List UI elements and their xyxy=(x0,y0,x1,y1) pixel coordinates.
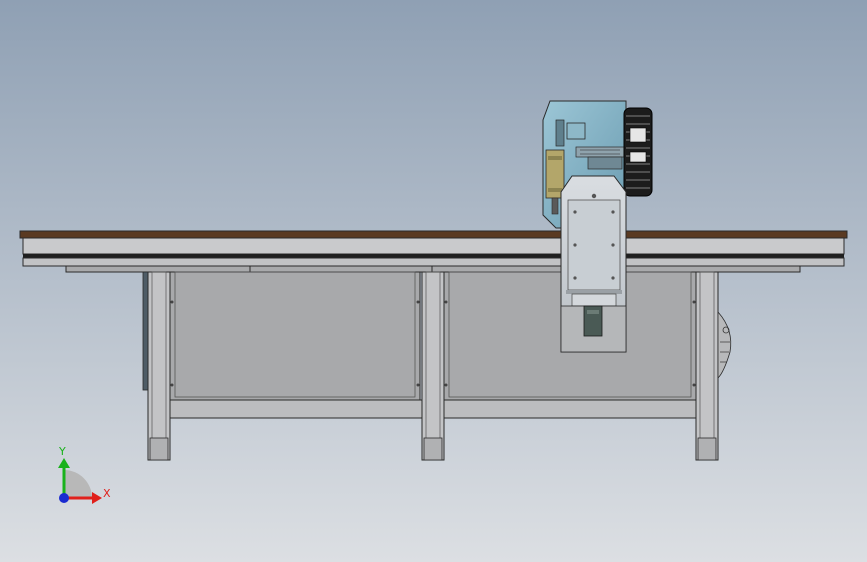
table-leg-middle[interactable] xyxy=(421,271,445,461)
table-top-surface[interactable] xyxy=(19,230,848,239)
axis-origin-icon xyxy=(59,493,69,503)
table-sub-rail xyxy=(65,265,801,273)
axis-x-label: X xyxy=(103,487,111,500)
cad-scene[interactable]: Y X xyxy=(0,0,867,562)
tool-motor[interactable] xyxy=(583,305,603,337)
cad-viewport[interactable]: Y X xyxy=(0,0,867,562)
table-lower-band xyxy=(22,257,845,267)
table-leg-right[interactable] xyxy=(695,271,719,461)
cable-drag-chain[interactable] xyxy=(623,107,653,197)
axis-y-label: Y xyxy=(58,445,66,458)
frame-panel-left[interactable] xyxy=(169,271,421,403)
guide-rail xyxy=(23,254,844,258)
table-top-edge xyxy=(22,237,845,255)
table-leg-left[interactable] xyxy=(147,271,171,461)
